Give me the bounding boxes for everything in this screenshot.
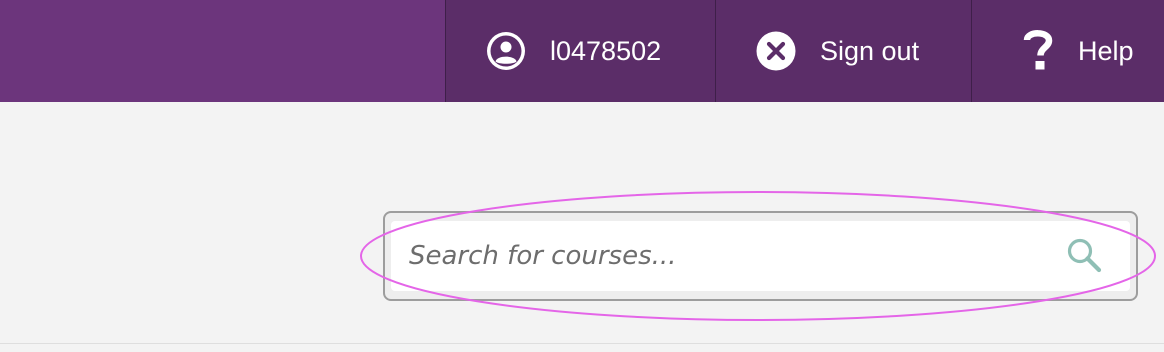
search-box xyxy=(391,221,1130,291)
course-search xyxy=(383,211,1138,301)
search-icon xyxy=(1067,238,1102,273)
help-label: Help xyxy=(1078,35,1134,66)
top-bar: l0478502 Sign out Help xyxy=(0,0,1164,102)
sign-out-label: Sign out xyxy=(820,35,920,66)
search-input[interactable] xyxy=(409,221,1049,291)
top-nav: l0478502 Sign out Help xyxy=(445,0,1164,102)
help-link[interactable]: Help xyxy=(971,0,1164,102)
user-account-link[interactable]: l0478502 xyxy=(445,0,715,102)
question-mark-icon xyxy=(1018,30,1058,71)
user-circle-icon xyxy=(486,31,526,71)
close-circle-icon xyxy=(756,31,796,71)
username-label: l0478502 xyxy=(550,35,662,66)
sign-out-link[interactable]: Sign out xyxy=(715,0,971,102)
search-button[interactable] xyxy=(1062,233,1108,279)
divider xyxy=(0,343,1164,344)
